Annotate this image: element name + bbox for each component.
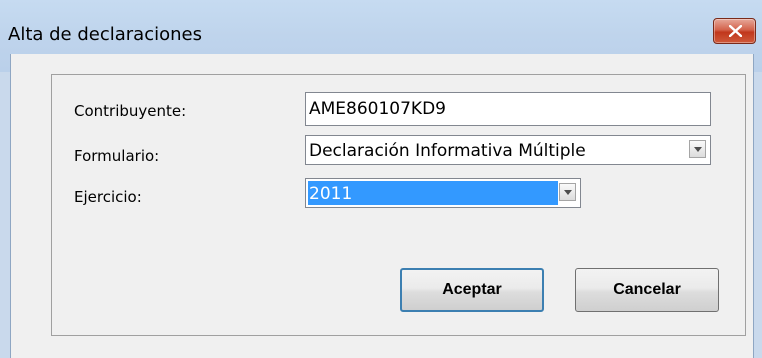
formulario-label: Formulario:	[74, 147, 160, 165]
formulario-select[interactable]: Declaración Informativa Múltiple	[305, 135, 711, 165]
ejercicio-select[interactable]: 2011	[305, 178, 581, 208]
formulario-selected-value: Declaración Informativa Múltiple	[309, 141, 586, 161]
cancel-button[interactable]: Cancelar	[575, 268, 719, 312]
declaration-groupbox: Contribuyente: AME860107KD9 Formulario: …	[51, 74, 746, 336]
accept-button[interactable]: Aceptar	[400, 268, 544, 312]
close-icon	[729, 25, 742, 37]
ejercicio-dropdown-button[interactable]	[559, 183, 576, 201]
contribuyente-label: Contribuyente:	[74, 102, 187, 120]
window-title: Alta de declaraciones	[8, 24, 202, 45]
ejercicio-selected-value: 2011	[309, 184, 353, 204]
chevron-down-icon	[694, 147, 702, 152]
close-button[interactable]	[713, 18, 756, 44]
dialog-body: Contribuyente: AME860107KD9 Formulario: …	[10, 54, 754, 358]
dialog-window: Alta de declaraciones Contribuyente: AME…	[0, 0, 762, 358]
ejercicio-label: Ejercicio:	[74, 188, 142, 206]
formulario-dropdown-button[interactable]	[689, 140, 706, 158]
chevron-down-icon	[564, 190, 572, 195]
contribuyente-field[interactable]: AME860107KD9	[305, 92, 711, 126]
